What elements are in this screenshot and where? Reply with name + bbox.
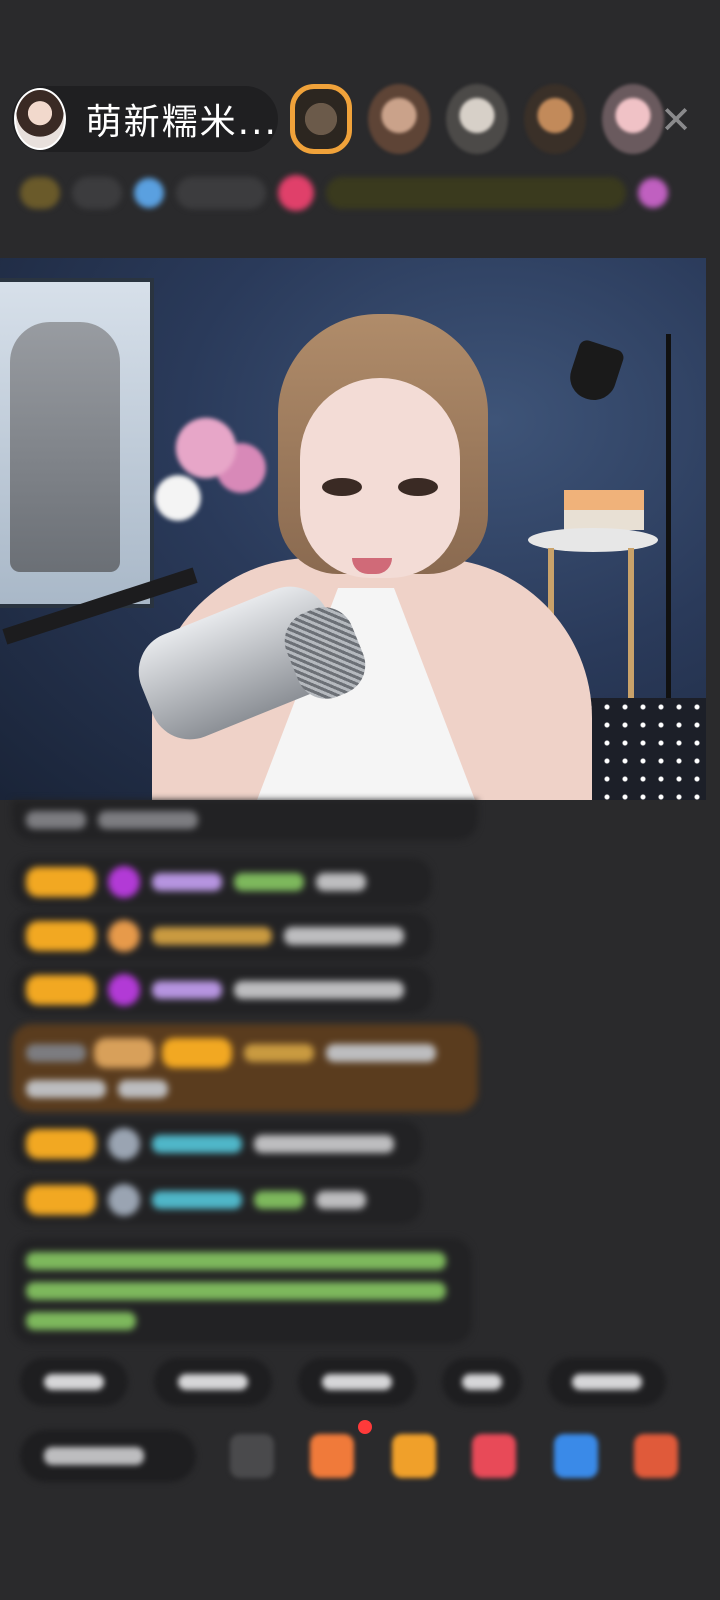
- level-badge: [26, 975, 96, 1005]
- quick-reply-chip[interactable]: [20, 1358, 128, 1406]
- level-badge: [26, 1185, 96, 1215]
- level-badge: [26, 1129, 96, 1159]
- notification-dot: [358, 1420, 372, 1434]
- info-dot: [638, 178, 668, 208]
- rank-badge[interactable]: [20, 177, 60, 209]
- viewer-avatar[interactable]: [368, 84, 430, 154]
- stream-info-bar: [20, 170, 686, 216]
- viewer-avatar-list: [290, 84, 664, 154]
- quick-reply-chip[interactable]: [298, 1358, 416, 1406]
- info-chip[interactable]: [176, 177, 266, 209]
- bottom-toolbar: [20, 1420, 710, 1482]
- host-info-pill[interactable]: 萌新糯米...: [12, 86, 278, 152]
- avatar: [108, 1184, 140, 1216]
- game-icon[interactable]: [554, 1434, 598, 1478]
- level-badge: [26, 921, 96, 951]
- gem-icon: [108, 866, 140, 898]
- quick-reply-chip[interactable]: [154, 1358, 272, 1406]
- viewer-avatar[interactable]: [524, 84, 586, 154]
- gift-icon[interactable]: [310, 1434, 354, 1478]
- canvas-board: [0, 278, 154, 608]
- flowers: [150, 388, 290, 588]
- chat-message[interactable]: [12, 858, 432, 906]
- info-dot: [278, 175, 314, 211]
- quick-reply-row: [20, 1358, 666, 1406]
- live-stream-screen: 萌新糯米... ✕: [0, 0, 720, 1600]
- system-notice: [12, 1238, 472, 1344]
- streamer-face: [300, 378, 460, 578]
- level-badge: [26, 867, 96, 897]
- avatar: [108, 1128, 140, 1160]
- activity-banner[interactable]: [326, 177, 626, 209]
- eye: [322, 478, 362, 496]
- shop-icon[interactable]: [392, 1434, 436, 1478]
- close-icon[interactable]: ✕: [656, 100, 696, 140]
- floor-lights: [580, 698, 706, 800]
- video-stream[interactable]: [0, 258, 706, 800]
- host-avatar[interactable]: [14, 88, 66, 150]
- info-dot: [134, 178, 164, 208]
- chat-message-highlight[interactable]: [12, 1024, 478, 1112]
- viewer-avatar[interactable]: [290, 84, 352, 154]
- comment-input[interactable]: [20, 1430, 196, 1482]
- grid-icon[interactable]: [634, 1434, 678, 1478]
- emoji-icon[interactable]: [230, 1434, 274, 1478]
- eye: [398, 478, 438, 496]
- chat-message[interactable]: [12, 800, 478, 840]
- chat-message[interactable]: [12, 1120, 422, 1168]
- chat-message[interactable]: [12, 1176, 422, 1224]
- quick-reply-chip[interactable]: [548, 1358, 666, 1406]
- quick-reply-chip[interactable]: [442, 1358, 522, 1406]
- heart-icon[interactable]: [472, 1434, 516, 1478]
- viewer-avatar[interactable]: [602, 84, 664, 154]
- host-name[interactable]: 萌新糯米...: [86, 93, 278, 145]
- avatar: [108, 920, 140, 952]
- chat-message[interactable]: [12, 966, 432, 1014]
- info-chip[interactable]: [72, 177, 122, 209]
- gem-icon: [108, 974, 140, 1006]
- viewer-avatar[interactable]: [446, 84, 508, 154]
- chat-message[interactable]: [12, 912, 432, 960]
